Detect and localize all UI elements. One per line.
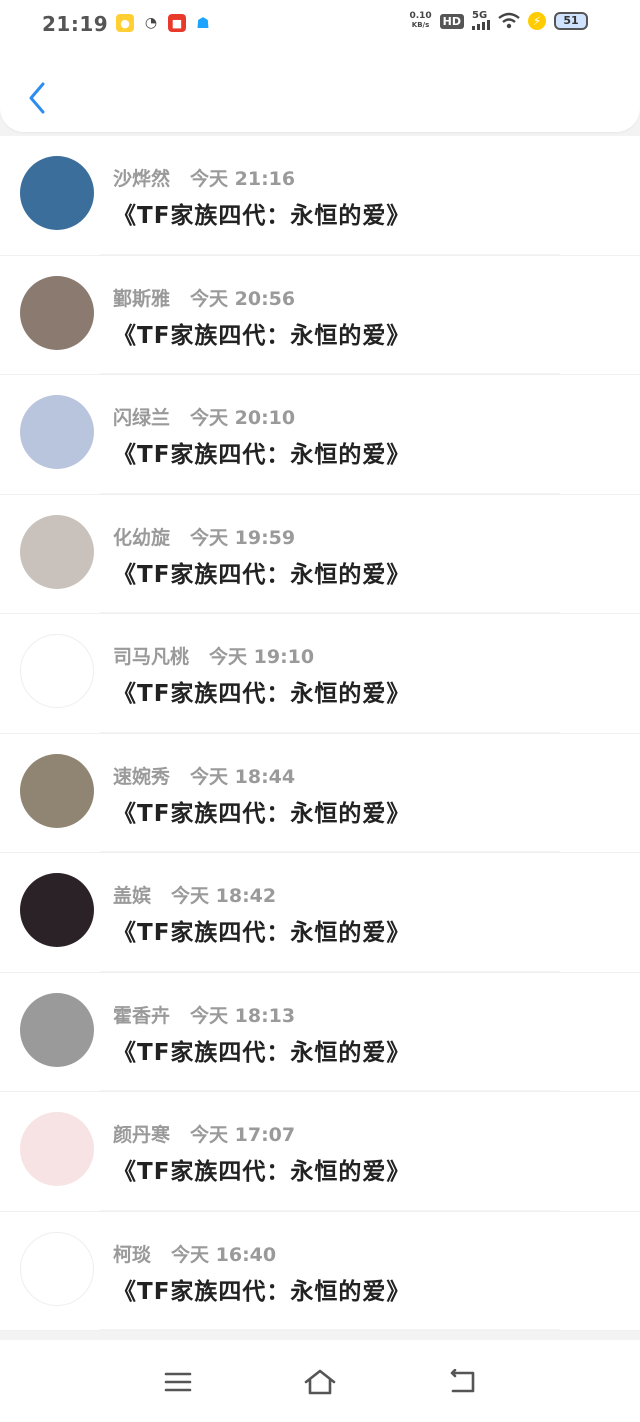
sender-name: 司马凡桃 — [113, 646, 190, 668]
message-time: 今天 16:40 — [171, 1243, 277, 1266]
message-row[interactable]: 闪绿兰 今天 20:10 《TF家族四代：永恒的爱》 — [0, 375, 640, 495]
status-time: 21:19 — [42, 12, 109, 36]
divider — [100, 253, 560, 255]
wechat-icon: ◔ — [142, 14, 160, 32]
message-time: 今天 21:16 — [190, 168, 296, 190]
back-nav-button[interactable] — [442, 1366, 482, 1398]
avatar[interactable] — [20, 1112, 94, 1186]
sender-line: 霍香卉 今天 18:13 — [113, 1001, 295, 1028]
avatar[interactable] — [20, 634, 94, 708]
qq-icon: ☗ — [194, 14, 212, 32]
sender-name: 化幼旋 — [113, 526, 171, 549]
sender-line: 闪绿兰 今天 20:10 — [113, 403, 295, 430]
divider — [100, 1209, 560, 1211]
message-time: 今天 20:56 — [190, 287, 296, 310]
signal-label: 5G — [472, 10, 488, 21]
sender-line: 盖嫔 今天 18:42 — [113, 881, 276, 908]
message-text: 《TF家族四代：永恒的爱》 — [113, 681, 411, 707]
status-bar: 21:19 ● ◔ ■ ☗ 0.10 KB/s HD 5G ⚡ 51 — [0, 0, 640, 52]
avatar[interactable] — [20, 156, 94, 230]
message-time: 今天 18:44 — [190, 765, 296, 788]
message-text: 《TF家族四代：永恒的爱》 — [113, 1039, 411, 1066]
sender-line: 沙烨然 今天 21:16 — [113, 164, 295, 191]
sender-name: 柯琰 — [113, 1243, 152, 1266]
divider — [100, 851, 560, 852]
back-button[interactable] — [22, 78, 52, 118]
sender-name: 霍香卉 — [113, 1004, 171, 1027]
avatar[interactable] — [20, 514, 94, 589]
message-row[interactable]: 化幼旋 今天 19:59 《TF家族四代：永恒的爱》 — [0, 494, 640, 614]
status-indicators: 0.10 KB/s HD 5G ⚡ 51 — [409, 10, 588, 30]
net-speed-unit: KB/s — [411, 21, 430, 29]
message-time: 今天 18:13 — [190, 1004, 296, 1027]
battery-level: 51 — [563, 14, 579, 27]
message-row[interactable]: 颜丹寒 今天 17:07 《TF家族四代：永恒的爱》 — [0, 1092, 640, 1212]
sender-line: 鄞斯雅 今天 20:56 — [113, 284, 295, 311]
battery-icon: 51 — [554, 12, 588, 30]
sender-name: 盖嫔 — [113, 885, 152, 907]
message-row[interactable]: 柯琰 今天 16:40 《TF家族四代：永恒的爱》 — [0, 1211, 640, 1331]
menu-icon — [164, 1372, 192, 1392]
message-row[interactable]: 霍香卉 今天 18:13 《TF家族四代：永恒的爱》 — [0, 972, 640, 1092]
qq-pet-icon: ● — [116, 14, 134, 32]
hd-badge: HD — [439, 13, 464, 29]
wifi-icon — [498, 12, 520, 29]
message-row[interactable]: 沙烨然 今天 21:16 《TF家族四代：永恒的爱》 — [0, 136, 640, 256]
message-text: 《TF家族四代：永恒的爱》 — [113, 203, 411, 229]
sender-name: 闪绿兰 — [113, 407, 171, 429]
message-text: 《TF家族四代：永恒的爱》 — [113, 322, 411, 349]
sender-line: 柯琰 今天 16:40 — [113, 1240, 276, 1267]
message-row[interactable]: 司马凡桃 今天 19:10 《TF家族四代：永恒的爱》 — [0, 614, 640, 734]
divider — [100, 970, 560, 972]
avatar[interactable] — [20, 275, 94, 350]
message-time: 今天 19:59 — [190, 526, 296, 549]
avatar[interactable] — [20, 873, 94, 947]
message-text: 《TF家族四代：永恒的爱》 — [113, 442, 411, 468]
charging-icon: ⚡ — [528, 12, 546, 30]
status-app-icons: ● ◔ ■ ☗ — [116, 14, 212, 32]
chevron-left-icon — [29, 82, 45, 114]
avatar[interactable] — [20, 753, 94, 828]
sender-name: 颜丹寒 — [113, 1124, 171, 1146]
signal-icon: 5G — [472, 10, 490, 30]
sender-line: 化幼旋 今天 19:59 — [113, 523, 295, 550]
message-time: 今天 19:10 — [209, 646, 315, 668]
avatar[interactable] — [20, 395, 94, 469]
home-icon — [304, 1369, 336, 1395]
avatar[interactable] — [20, 992, 94, 1067]
message-text: 《TF家族四代：永恒的爱》 — [113, 561, 411, 588]
message-text: 《TF家族四代：永恒的爱》 — [113, 800, 411, 827]
sender-name: 沙烨然 — [113, 168, 171, 190]
message-row[interactable]: 盖嫔 今天 18:42 《TF家族四代：永恒的爱》 — [0, 853, 640, 973]
sender-line: 司马凡桃 今天 19:10 — [113, 642, 314, 669]
divider — [100, 731, 560, 733]
divider — [100, 492, 560, 494]
menu-button[interactable] — [158, 1366, 198, 1398]
sender-name: 速婉秀 — [113, 765, 171, 788]
header — [0, 52, 640, 132]
divider — [100, 1329, 560, 1330]
message-row[interactable]: 鄞斯雅 今天 20:56 《TF家族四代：永恒的爱》 — [0, 255, 640, 375]
message-list: 沙烨然 今天 21:16 《TF家族四代：永恒的爱》 鄞斯雅 今天 20:56 … — [0, 136, 640, 1331]
message-text: 《TF家族四代：永恒的爱》 — [113, 1159, 411, 1185]
divider — [100, 1090, 560, 1091]
message-row[interactable]: 速婉秀 今天 18:44 《TF家族四代：永恒的爱》 — [0, 733, 640, 853]
sender-line: 颜丹寒 今天 17:07 — [113, 1120, 295, 1147]
sender-name: 鄞斯雅 — [113, 287, 171, 310]
avatar[interactable] — [20, 1231, 94, 1306]
news-app-icon: ■ — [168, 14, 186, 32]
message-text: 《TF家族四代：永恒的爱》 — [113, 1278, 411, 1305]
divider — [100, 612, 560, 613]
net-speed: 0.10 KB/s — [409, 12, 431, 30]
navigation-bar — [0, 1340, 640, 1422]
message-time: 今天 17:07 — [190, 1124, 296, 1146]
sender-line: 速婉秀 今天 18:44 — [113, 762, 295, 789]
message-text: 《TF家族四代：永恒的爱》 — [113, 920, 411, 946]
message-time: 今天 20:10 — [190, 407, 296, 429]
net-speed-value: 0.10 — [409, 11, 432, 21]
back-icon — [450, 1369, 475, 1393]
home-button[interactable] — [300, 1366, 340, 1398]
message-time: 今天 18:42 — [171, 885, 277, 907]
divider — [100, 373, 560, 374]
